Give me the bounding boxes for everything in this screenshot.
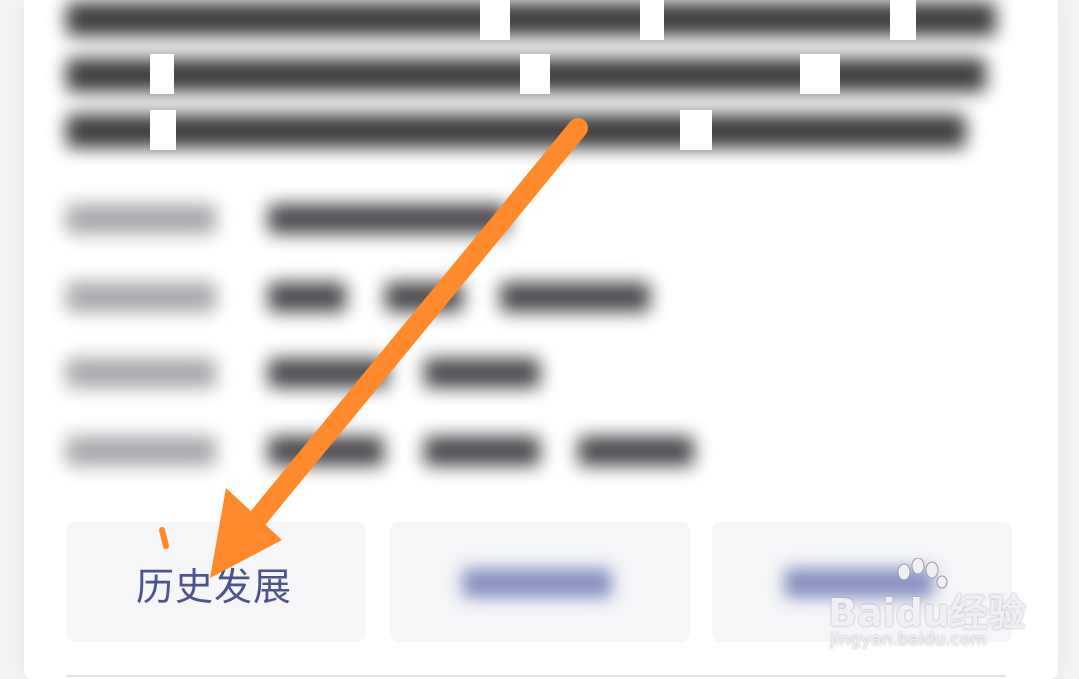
watermark-url: jingyan.baidu.com: [830, 630, 987, 650]
arrow-tick: [159, 527, 169, 549]
watermark-brand: Bai⁠du经验: [828, 591, 1026, 635]
arrow-shaft: [248, 118, 588, 528]
baidu-watermark: Bai⁠du经验 jingyan.baidu.com: [828, 558, 1038, 658]
